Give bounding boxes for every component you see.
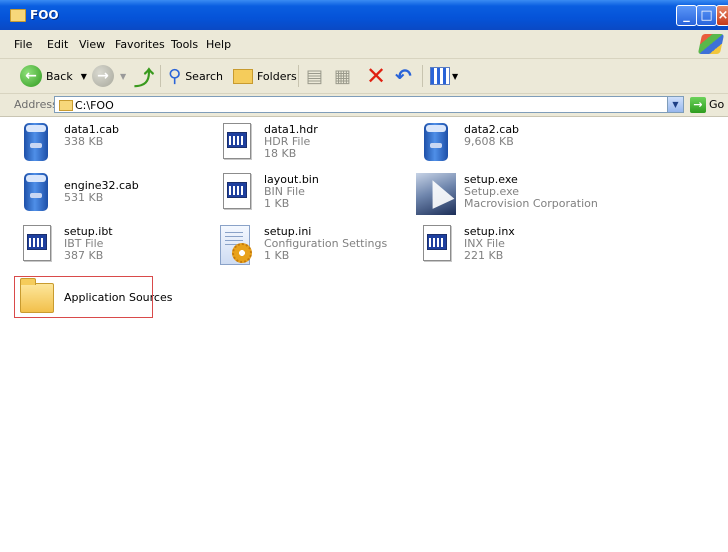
document-icon [216,121,256,165]
maximize-button[interactable]: □ [696,5,717,26]
selection-highlight [14,276,153,318]
search-button[interactable]: ⚲ Search [168,63,223,89]
delete-icon: ✕ [366,62,387,90]
file-item-setup-ibt[interactable]: setup.ibt IBT File 387 KB [16,223,206,269]
views-button[interactable]: ▼ [430,63,458,89]
file-item-layout-bin[interactable]: layout.bin BIN File 1 KB [216,171,406,217]
back-button[interactable]: ← Back ▼ [20,63,87,89]
go-arrow-icon: → [690,96,706,113]
undo-button[interactable]: ↶ [395,63,412,89]
title-bar[interactable]: FOO _ □ × [0,0,728,30]
file-item-setup-exe[interactable]: setup.exe Setup.exe Macrovision Corporat… [416,171,616,217]
minimize-icon: _ [683,8,690,23]
file-item-data1-hdr[interactable]: data1.hdr HDR File 18 KB [216,121,406,167]
file-list: data1.cab 338 KB data1.hdr HDR File 18 K… [0,117,728,552]
views-icon [430,67,450,85]
folder-icon [59,100,73,111]
up-folder-button[interactable]: ⤴ [134,63,154,90]
file-size: 338 KB [64,135,104,148]
close-button[interactable]: × [716,5,728,26]
toolbar: ← Back ▼ → ▼ ⤴ ⚲ Search Folders ▤ ▦ ✕ ↶ … [0,59,728,94]
windows-logo-icon [697,34,725,54]
up-arrow-icon: ⤴ [134,65,154,90]
folders-icon [233,68,253,84]
back-label: Back [46,69,73,83]
folder-icon [10,9,26,22]
file-size: 1 KB [264,197,290,210]
file-size: 387 KB [64,249,104,262]
menu-tools[interactable]: Tools [171,38,198,51]
separator [422,65,423,87]
file-item-setup-inx[interactable]: setup.inx INX File 221 KB [416,223,606,269]
move-to-button[interactable]: ▤ [306,63,323,89]
menu-file[interactable]: File [14,38,32,51]
copy-to-icon: ▦ [334,65,352,87]
cab-icon [416,121,456,165]
go-button[interactable]: → Go [690,96,724,113]
address-field[interactable]: C:\FOO ▼ [54,96,684,113]
move-to-icon: ▤ [306,65,324,87]
forward-arrow-icon: → [92,65,114,87]
document-icon [216,171,256,215]
copy-to-button[interactable]: ▦ [334,63,351,89]
chevron-down-icon[interactable]: ▼ [667,97,683,112]
document-icon [416,223,456,267]
menu-edit[interactable]: Edit [47,38,68,51]
search-icon: ⚲ [168,65,182,87]
forward-button[interactable]: → ▼ [92,63,126,89]
file-size: 9,608 KB [464,135,514,148]
menu-favorites[interactable]: Favorites [115,38,165,51]
dropdown-arrow-icon[interactable]: ▼ [120,72,126,81]
file-size: 221 KB [464,249,504,262]
file-size: 531 KB [64,191,104,204]
file-item-setup-ini[interactable]: setup.ini Configuration Settings 1 KB [216,223,416,269]
delete-button[interactable]: ✕ [366,63,386,89]
cab-icon [16,171,56,215]
config-settings-icon [216,223,256,267]
minimize-button[interactable]: _ [676,5,697,26]
file-size: 1 KB [264,249,290,262]
separator [160,65,161,87]
menu-view[interactable]: View [79,38,105,51]
window-title: FOO [30,8,59,22]
setup-exe-icon [416,171,456,215]
search-label: Search [185,69,223,83]
address-bar: Address C:\FOO ▼ → Go [0,94,728,117]
folders-button[interactable]: Folders [233,63,297,89]
maximize-icon: □ [700,8,713,23]
menu-bar: File Edit View Favorites Tools Help [0,30,728,59]
dropdown-arrow-icon[interactable]: ▼ [452,72,458,81]
separator [298,65,299,87]
file-item-data2-cab[interactable]: data2.cab 9,608 KB [416,121,606,167]
back-arrow-icon: ← [20,65,42,87]
undo-icon: ↶ [395,64,412,88]
file-company: Macrovision Corporation [464,197,598,210]
cab-icon [16,121,56,165]
go-label: Go [709,98,725,111]
dropdown-arrow-icon[interactable]: ▼ [81,72,87,81]
file-size: 18 KB [264,147,297,160]
menu-help[interactable]: Help [206,38,231,51]
close-icon: × [717,8,728,23]
address-label: Address [14,98,58,111]
file-item-engine32-cab[interactable]: engine32.cab 531 KB [16,171,206,217]
document-icon [16,223,56,267]
file-item-data1-cab[interactable]: data1.cab 338 KB [16,121,206,167]
address-path: C:\FOO [75,99,114,112]
folders-label: Folders [257,69,297,83]
